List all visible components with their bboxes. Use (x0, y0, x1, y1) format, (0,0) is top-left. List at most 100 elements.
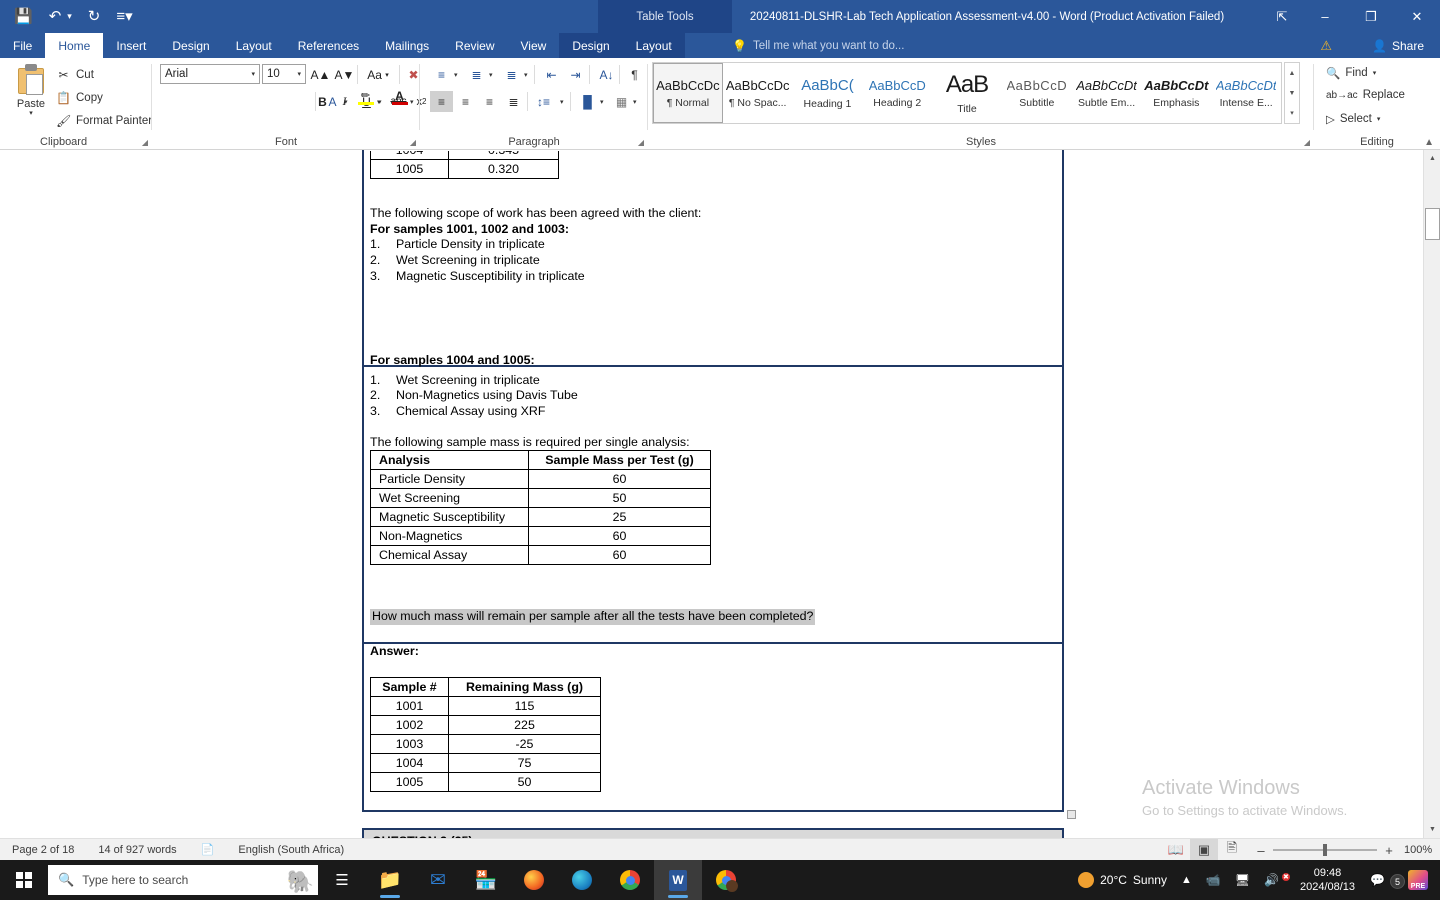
tab-mailings[interactable]: Mailings (372, 33, 442, 58)
redo-icon[interactable]: ↻ (88, 9, 101, 24)
answer-row-1-value[interactable]: 225 (448, 715, 601, 735)
align-left-icon[interactable]: ≡ (430, 91, 453, 112)
font-color-icon[interactable]: A (389, 87, 410, 108)
tab-home[interactable]: Home (45, 33, 104, 58)
edge-icon[interactable] (558, 860, 606, 900)
line-spacing-caret-icon[interactable]: ▾ (560, 98, 564, 106)
customize-quick-access-icon[interactable]: ≡▾ (116, 9, 132, 24)
find-button[interactable]: 🔍 Find ▾ (1326, 66, 1376, 80)
read-mode-icon[interactable]: 📖 (1162, 839, 1190, 861)
tab-view[interactable]: View (508, 33, 560, 58)
select-caret-icon[interactable]: ▾ (1377, 115, 1381, 123)
cut-button[interactable]: ✂ Cut (56, 68, 93, 82)
tab-table-design[interactable]: Design (559, 33, 622, 58)
task-view-icon[interactable]: ☰ (318, 860, 366, 900)
tab-review[interactable]: Review (442, 33, 507, 58)
styles-dialog-launcher[interactable]: ◢ (1304, 138, 1310, 147)
file-explorer-icon[interactable]: 📁 (366, 860, 414, 900)
language-indicator[interactable]: English (South Africa) (226, 844, 356, 856)
scroll-down-icon[interactable]: ▼ (1424, 821, 1440, 838)
style-subtitle[interactable]: AaBbCcD Subtitle (1002, 63, 1072, 123)
weather-widget[interactable]: 20°C Sunny (1071, 872, 1174, 888)
prezi-icon[interactable]: PRE (1401, 870, 1440, 890)
paragraph-dialog-launcher[interactable]: ◢ (638, 138, 644, 147)
style-heading-1[interactable]: AaBbC( Heading 1 (793, 63, 863, 123)
styles-more-icon[interactable]: ▾ (1290, 103, 1294, 123)
answer-table[interactable]: Sample # Remaining Mass (g) 1001 115 100… (370, 677, 601, 792)
zoom-slider[interactable] (1273, 844, 1377, 856)
chrome-profile-icon[interactable] (702, 860, 750, 900)
text-effects-icon[interactable]: A (322, 91, 343, 112)
search-input[interactable]: 🔍 Type here to search 🐘 (48, 865, 318, 895)
clock[interactable]: 09:48 2024/08/13 (1292, 866, 1363, 894)
collapse-ribbon-icon[interactable]: ▲ (1424, 137, 1434, 148)
activation-warning-icon[interactable]: ⚠ (1320, 33, 1332, 58)
volume-muted-icon[interactable]: 🔊 ✖ (1257, 873, 1292, 887)
object-anchor-handle[interactable] (1067, 810, 1076, 819)
close-button[interactable]: ✕ (1394, 0, 1440, 33)
bullets-caret-icon[interactable]: ▾ (454, 71, 458, 79)
font-name-input[interactable]: Arial ▾ (160, 64, 260, 84)
scrollbar-thumb[interactable] (1425, 208, 1440, 240)
show-hidden-icons-chevron-icon[interactable]: ▲ (1174, 874, 1199, 886)
line-spacing-icon[interactable]: ↕≡ (532, 91, 555, 112)
save-icon[interactable]: 💾 (14, 9, 33, 24)
answer-row-4-value[interactable]: 50 (448, 772, 601, 792)
minimize-button[interactable]: – (1302, 0, 1348, 33)
firefox-icon[interactable] (510, 860, 558, 900)
word-icon[interactable]: W (654, 860, 702, 900)
paste-button[interactable]: Paste ▾ (6, 62, 56, 128)
style-normal[interactable]: AaBbCcDc ¶ Normal (653, 63, 723, 123)
tab-layout[interactable]: Layout (223, 33, 285, 58)
align-center-icon[interactable]: ≡ (454, 91, 477, 112)
scroll-up-icon[interactable]: ▲ (1424, 150, 1440, 167)
answer-row-0-value[interactable]: 115 (448, 696, 601, 716)
select-button[interactable]: ▷ Select ▾ (1326, 112, 1380, 126)
print-layout-icon[interactable]: ▣ (1190, 839, 1218, 861)
tell-me-search[interactable]: 💡 Tell me what you want to do... (732, 33, 904, 58)
shading-caret-icon[interactable]: ▾ (600, 98, 604, 106)
styles-scroll-down-icon[interactable]: ▼ (1289, 83, 1296, 103)
network-icon[interactable]: 🖥 (1228, 873, 1257, 887)
borders-icon[interactable]: ▦ (610, 91, 633, 112)
style-no-spacing[interactable]: AaBbCcDc ¶ No Spac... (723, 63, 793, 123)
microsoft-store-icon[interactable]: 🏪 (462, 860, 510, 900)
answer-row-2-value[interactable]: -25 (448, 734, 601, 754)
numbering-icon[interactable]: ≣ (465, 64, 488, 85)
borders-caret-icon[interactable]: ▾ (633, 98, 637, 106)
style-intense-emphasis[interactable]: AaBbCcDt Intense E... (1211, 63, 1281, 123)
bullets-icon[interactable]: ≡ (430, 64, 453, 85)
styles-scroll-up-icon[interactable]: ▲ (1289, 63, 1296, 83)
text-highlight-icon[interactable]: ✏ (355, 87, 376, 108)
font-size-caret-icon[interactable]: ▾ (297, 70, 301, 78)
chrome-icon[interactable] (606, 860, 654, 900)
ribbon-display-options-icon[interactable]: ⇱ (1262, 0, 1302, 33)
word-count[interactable]: 14 of 927 words (86, 844, 188, 856)
format-painter-button[interactable]: 🖌 Format Painter (56, 114, 152, 128)
share-button[interactable]: 👤 Share (1364, 33, 1432, 58)
replace-button[interactable]: ab→ac Replace (1326, 89, 1405, 101)
multilevel-list-caret-icon[interactable]: ▾ (524, 71, 528, 79)
action-center-icon[interactable]: 💬 5 (1363, 873, 1405, 889)
undo-dropdown-icon[interactable]: ▾ (67, 12, 72, 21)
page-indicator[interactable]: Page 2 of 18 (0, 844, 86, 856)
zoom-out-button[interactable]: – (1256, 843, 1266, 858)
decrease-indent-icon[interactable]: ⇤ (540, 64, 563, 85)
answer-row-3-value[interactable]: 75 (448, 753, 601, 773)
tab-table-layout[interactable]: Layout (623, 33, 685, 58)
restore-button[interactable]: ❐ (1348, 0, 1394, 33)
multilevel-list-icon[interactable]: ≣ (500, 64, 523, 85)
align-right-icon[interactable]: ≡ (478, 91, 501, 112)
text-highlight-caret-icon[interactable]: ▾ (378, 98, 382, 106)
font-size-input[interactable]: 10 ▾ (262, 64, 306, 84)
tab-insert[interactable]: Insert (103, 33, 159, 58)
meet-now-icon[interactable]: 📹 (1199, 873, 1228, 887)
tab-file[interactable]: File (0, 33, 46, 58)
zoom-slider-handle[interactable] (1323, 844, 1327, 856)
copy-button[interactable]: 📋 Copy (56, 91, 103, 105)
zoom-level[interactable]: 100% (1404, 844, 1440, 856)
sort-icon[interactable]: A↓ (595, 64, 618, 85)
windows-start-icon[interactable] (0, 860, 48, 900)
zoom-in-button[interactable]: + (1384, 843, 1394, 858)
font-name-caret-icon[interactable]: ▾ (251, 70, 255, 78)
